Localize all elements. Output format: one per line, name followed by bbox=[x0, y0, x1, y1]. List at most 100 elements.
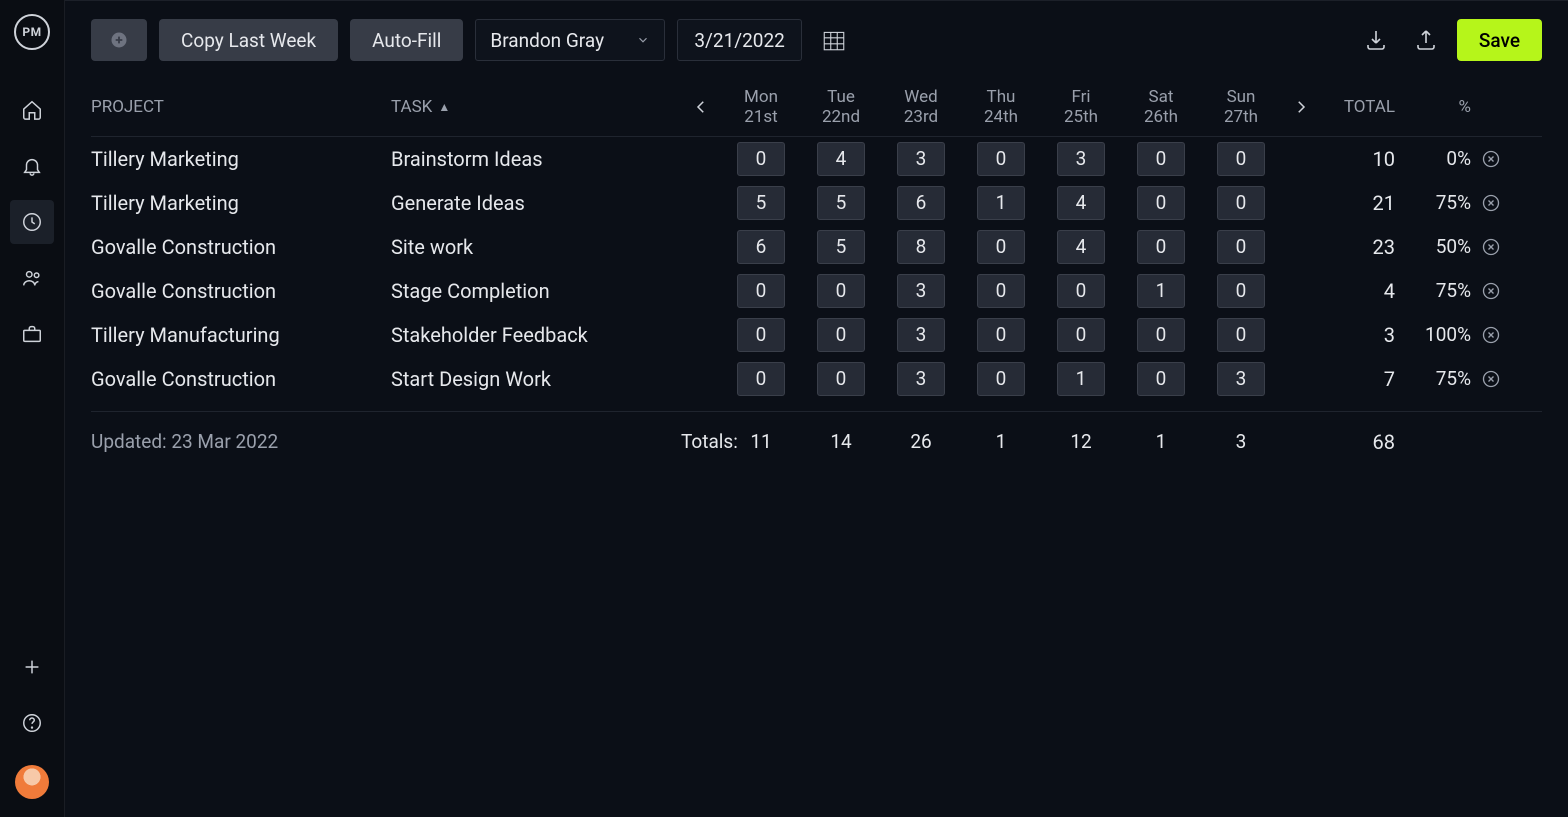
hours-input[interactable] bbox=[737, 318, 785, 352]
hours-input[interactable] bbox=[1057, 186, 1105, 220]
hours-input[interactable] bbox=[817, 186, 865, 220]
hours-input[interactable] bbox=[897, 362, 945, 396]
hours-input[interactable] bbox=[1217, 362, 1265, 396]
hours-input[interactable] bbox=[817, 142, 865, 176]
close-circle-icon bbox=[1481, 237, 1501, 257]
hours-input[interactable] bbox=[1057, 274, 1105, 308]
delete-row-button[interactable] bbox=[1471, 193, 1511, 213]
col-header-total: TOTAL bbox=[1321, 97, 1401, 117]
day-total: 12 bbox=[1041, 430, 1121, 453]
hours-input[interactable] bbox=[1137, 230, 1185, 264]
hours-input[interactable] bbox=[1057, 362, 1105, 396]
next-week-button[interactable] bbox=[1281, 98, 1321, 116]
row-total: 23 bbox=[1321, 235, 1401, 259]
row-total: 3 bbox=[1321, 323, 1401, 347]
hours-input[interactable] bbox=[737, 186, 785, 220]
hours-input[interactable] bbox=[897, 142, 945, 176]
toolbar: Copy Last Week Auto-Fill Brandon Gray 3/… bbox=[65, 1, 1568, 73]
hours-input[interactable] bbox=[1217, 230, 1265, 264]
hours-input[interactable] bbox=[897, 186, 945, 220]
updated-timestamp: Updated: 23 Mar 2022 bbox=[91, 430, 391, 453]
delete-row-button[interactable] bbox=[1471, 281, 1511, 301]
delete-row-button[interactable] bbox=[1471, 325, 1511, 345]
totals-row: Updated: 23 Mar 2022 Totals: 11142611213… bbox=[91, 411, 1542, 462]
nav-notifications[interactable] bbox=[10, 144, 54, 188]
nav-projects[interactable] bbox=[10, 312, 54, 356]
hours-input[interactable] bbox=[817, 274, 865, 308]
export-button[interactable] bbox=[1407, 21, 1445, 59]
date-value: 3/21/2022 bbox=[694, 29, 784, 52]
hours-input[interactable] bbox=[897, 230, 945, 264]
hours-input[interactable] bbox=[977, 230, 1025, 264]
hours-input[interactable] bbox=[1057, 318, 1105, 352]
delete-row-button[interactable] bbox=[1471, 237, 1511, 257]
import-button[interactable] bbox=[1357, 21, 1395, 59]
hours-input[interactable] bbox=[737, 142, 785, 176]
row-percent: 75% bbox=[1401, 279, 1471, 302]
hours-input[interactable] bbox=[977, 318, 1025, 352]
copy-last-week-button[interactable]: Copy Last Week bbox=[159, 19, 338, 61]
table-row: Tillery MarketingBrainstorm Ideas100% bbox=[91, 137, 1542, 181]
hours-input[interactable] bbox=[1057, 230, 1105, 264]
col-header-day-3: Thu24th bbox=[961, 87, 1041, 128]
hours-input[interactable] bbox=[897, 318, 945, 352]
col-header-day-4: Fri25th bbox=[1041, 87, 1121, 128]
cell-task: Start Design Work bbox=[391, 367, 681, 391]
table-row: Tillery MarketingGenerate Ideas2175% bbox=[91, 181, 1542, 225]
close-circle-icon bbox=[1481, 193, 1501, 213]
hours-input[interactable] bbox=[737, 274, 785, 308]
user-avatar[interactable] bbox=[15, 765, 49, 799]
hours-input[interactable] bbox=[1217, 274, 1265, 308]
cell-project: Govalle Construction bbox=[91, 367, 391, 391]
auto-fill-button[interactable]: Auto-Fill bbox=[350, 19, 463, 61]
prev-week-button[interactable] bbox=[681, 98, 721, 116]
hours-input[interactable] bbox=[1217, 186, 1265, 220]
delete-row-button[interactable] bbox=[1471, 369, 1511, 389]
table-row: Govalle ConstructionSite work2350% bbox=[91, 225, 1542, 269]
hours-input[interactable] bbox=[817, 318, 865, 352]
hours-input[interactable] bbox=[1217, 142, 1265, 176]
hours-input[interactable] bbox=[1137, 142, 1185, 176]
sort-asc-icon: ▲ bbox=[438, 100, 450, 114]
row-total: 21 bbox=[1321, 191, 1401, 215]
hours-input[interactable] bbox=[977, 274, 1025, 308]
row-percent: 75% bbox=[1401, 367, 1471, 390]
date-input[interactable]: 3/21/2022 bbox=[677, 19, 801, 61]
hours-input[interactable] bbox=[1137, 274, 1185, 308]
delete-row-button[interactable] bbox=[1471, 149, 1511, 169]
chevron-left-icon bbox=[692, 98, 710, 116]
hours-input[interactable] bbox=[1137, 318, 1185, 352]
hours-input[interactable] bbox=[1057, 142, 1105, 176]
add-entry-button[interactable] bbox=[91, 19, 147, 61]
hours-input[interactable] bbox=[817, 230, 865, 264]
plus-icon bbox=[21, 656, 43, 678]
day-total: 14 bbox=[801, 430, 881, 453]
save-button[interactable]: Save bbox=[1457, 19, 1542, 61]
hours-input[interactable] bbox=[737, 230, 785, 264]
row-percent: 0% bbox=[1401, 147, 1471, 170]
row-total: 4 bbox=[1321, 279, 1401, 303]
col-header-project[interactable]: PROJECT bbox=[91, 97, 391, 117]
user-select[interactable]: Brandon Gray bbox=[475, 19, 665, 61]
col-header-day-6: Sun27th bbox=[1201, 87, 1281, 128]
hours-input[interactable] bbox=[977, 186, 1025, 220]
briefcase-icon bbox=[21, 323, 43, 345]
hours-input[interactable] bbox=[1137, 362, 1185, 396]
calendar-picker-button[interactable] bbox=[820, 26, 848, 54]
nav-add[interactable] bbox=[10, 645, 54, 689]
col-header-task[interactable]: TASK ▲ bbox=[391, 97, 681, 117]
nav-timesheet[interactable] bbox=[10, 200, 54, 244]
cell-task: Brainstorm Ideas bbox=[391, 147, 681, 171]
hours-input[interactable] bbox=[1217, 318, 1265, 352]
nav-home[interactable] bbox=[10, 88, 54, 132]
hours-input[interactable] bbox=[897, 274, 945, 308]
nav-help[interactable] bbox=[10, 701, 54, 745]
hours-input[interactable] bbox=[737, 362, 785, 396]
hours-input[interactable] bbox=[977, 142, 1025, 176]
hours-input[interactable] bbox=[977, 362, 1025, 396]
hours-input[interactable] bbox=[817, 362, 865, 396]
table-row: Govalle ConstructionStart Design Work775… bbox=[91, 357, 1542, 401]
hours-input[interactable] bbox=[1137, 186, 1185, 220]
totals-label: Totals: bbox=[681, 430, 721, 453]
nav-team[interactable] bbox=[10, 256, 54, 300]
